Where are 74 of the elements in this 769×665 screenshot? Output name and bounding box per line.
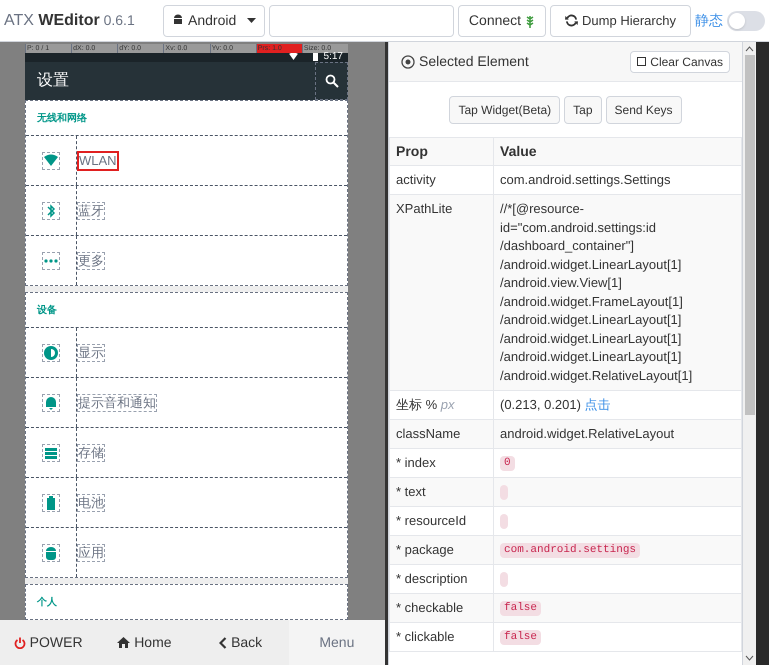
search-icon bbox=[324, 74, 338, 88]
settings-row[interactable]: 蓝牙 bbox=[26, 185, 347, 235]
static-label: 静态 bbox=[695, 11, 723, 30]
display-icon bbox=[42, 344, 60, 362]
platform-dropdown[interactable]: Android bbox=[163, 4, 265, 36]
battery-icon bbox=[42, 494, 60, 512]
settings-row[interactable]: WLAN bbox=[26, 135, 347, 185]
value-text: com.android.settings.Settings bbox=[500, 172, 671, 187]
square-icon bbox=[637, 57, 646, 66]
more-icon bbox=[42, 252, 60, 270]
screen-title: 设置 bbox=[37, 71, 69, 91]
item-label: 蓝牙 bbox=[77, 202, 105, 220]
code-value: 0 bbox=[500, 456, 515, 472]
wifi-icon bbox=[289, 53, 298, 60]
xpath-text: //*[@resource- id="com.android.settings:id /dashboard_container"] /android.widget.LinearLayout[1] /android.view.View[1] /android.widget.FrameLayout[1] /android.widget.LinearLayout[1] /android.widget.LinearLayout[1] /android.widget.LinearLayout[1] /android.widget.RelativeLayout[1] bbox=[500, 200, 694, 385]
storage-icon bbox=[42, 444, 60, 462]
item-label: WLAN bbox=[77, 150, 119, 170]
clear-canvas-button[interactable]: Clear Canvas bbox=[630, 50, 730, 72]
prop-cell: * clickable bbox=[390, 622, 494, 652]
home-icon bbox=[117, 637, 130, 648]
power-icon bbox=[14, 636, 26, 648]
item-label: 显示 bbox=[77, 344, 105, 362]
chevron-left-icon bbox=[219, 636, 228, 648]
action-button[interactable]: Tap bbox=[564, 96, 602, 124]
bell-icon bbox=[42, 394, 60, 412]
item-label: 应用 bbox=[77, 544, 105, 562]
code-value bbox=[500, 514, 508, 530]
app-title: ATX WEditor 0.6.1 bbox=[4, 10, 136, 30]
value-text: (0.213, 0.201) bbox=[500, 397, 582, 412]
caret-icon bbox=[247, 18, 256, 23]
item-label: 提示音和通知 bbox=[77, 394, 157, 412]
power-button[interactable]: POWER bbox=[0, 620, 96, 665]
item-label: 电池 bbox=[77, 494, 105, 512]
code-value: false bbox=[500, 601, 542, 616]
bluetooth-icon bbox=[42, 202, 60, 220]
settings-row[interactable]: 应用 bbox=[26, 527, 347, 577]
connect-button[interactable]: Connect bbox=[458, 4, 546, 36]
dump-hierarchy-button[interactable]: Dump Hierarchy bbox=[550, 4, 691, 36]
action-button[interactable]: Send Keys bbox=[606, 96, 682, 124]
settings-row[interactable]: 更多 bbox=[26, 235, 347, 285]
prop-cell: XPathLite bbox=[390, 194, 494, 390]
clock: 5:17 bbox=[324, 51, 343, 62]
settings-row[interactable]: 显示 bbox=[26, 327, 347, 377]
section-header: 个人 bbox=[36, 596, 58, 610]
refresh-icon bbox=[565, 14, 578, 27]
settings-row[interactable]: 存储 bbox=[26, 427, 347, 477]
code-value bbox=[500, 572, 508, 588]
wifi-icon bbox=[42, 152, 60, 170]
static-toggle[interactable] bbox=[727, 10, 765, 30]
android-icon bbox=[42, 544, 60, 562]
column-header: Value bbox=[494, 138, 742, 166]
value-text: android.widget.RelativeLayout bbox=[500, 426, 674, 441]
scroll-up-icon[interactable] bbox=[745, 46, 754, 52]
scroll-down-icon[interactable] bbox=[745, 655, 754, 661]
code-value: com.android.settings bbox=[500, 543, 640, 558]
column-header: Prop bbox=[390, 138, 494, 166]
android-icon bbox=[172, 14, 184, 27]
code-value bbox=[500, 485, 508, 500]
section-header: 无线和网络 bbox=[36, 112, 88, 126]
item-label: 更多 bbox=[77, 252, 105, 270]
cog-icon bbox=[401, 54, 415, 68]
back-button[interactable]: Back bbox=[192, 620, 289, 665]
item-label: 存储 bbox=[77, 444, 105, 462]
action-button[interactable]: Tap Widget(Beta) bbox=[449, 96, 560, 124]
code-value: false bbox=[500, 630, 542, 646]
settings-row[interactable]: 电池 bbox=[26, 477, 347, 527]
address-field[interactable] bbox=[269, 4, 454, 36]
section-header: 设备 bbox=[36, 304, 58, 318]
scrollbar-thumb[interactable] bbox=[744, 55, 754, 415]
sprout-icon bbox=[525, 14, 536, 28]
panel-title: Selected Element bbox=[419, 52, 529, 71]
settings-row[interactable]: 提示音和通知 bbox=[26, 377, 347, 427]
battery-icon bbox=[313, 52, 318, 61]
home-button[interactable]: Home bbox=[96, 620, 192, 665]
